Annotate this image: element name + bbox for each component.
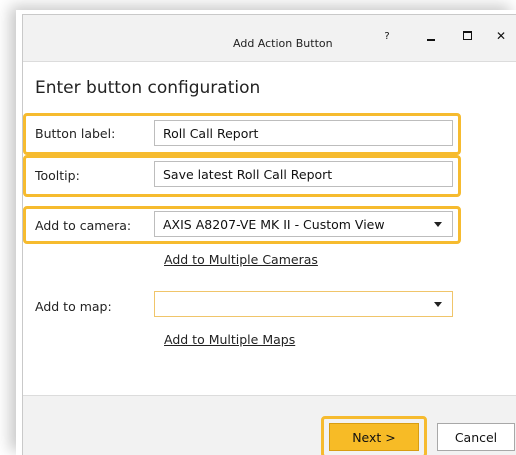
add-to-multiple-cameras-link[interactable]: Add to Multiple Cameras	[164, 252, 318, 267]
camera-caption: Add to camera:	[35, 218, 132, 233]
add-action-button-dialog: Add Action Button ? ✕ Enter button confi…	[22, 14, 516, 455]
minimize-icon	[427, 39, 435, 41]
tooltip-input[interactable]: Save latest Roll Call Report	[154, 161, 453, 187]
window-title: Add Action Button	[233, 37, 333, 50]
maximize-icon	[462, 31, 472, 40]
maximize-button[interactable]	[457, 29, 477, 43]
page-heading: Enter button configuration	[35, 78, 261, 98]
minimize-button[interactable]	[421, 29, 441, 44]
cancel-button[interactable]: Cancel	[437, 423, 515, 451]
help-button[interactable]: ?	[377, 31, 397, 42]
screenshot-stage: Add Action Button ? ✕ Enter button confi…	[0, 0, 516, 455]
button-label-input[interactable]: Roll Call Report	[154, 120, 453, 146]
tooltip-caption: Tooltip:	[35, 168, 80, 183]
dialog-footer: Next > Cancel	[23, 395, 516, 455]
close-button[interactable]: ✕	[491, 29, 511, 43]
next-button[interactable]: Next >	[329, 423, 419, 451]
close-icon: ✕	[495, 29, 507, 43]
add-to-multiple-maps-link[interactable]: Add to Multiple Maps	[164, 332, 295, 347]
title-bar: Add Action Button ? ✕	[23, 15, 516, 62]
camera-select-value: AXIS A8207-VE MK II - Custom View	[163, 217, 385, 232]
chevron-down-icon	[434, 302, 442, 307]
camera-select[interactable]: AXIS A8207-VE MK II - Custom View	[154, 211, 453, 237]
map-caption: Add to map:	[35, 299, 112, 314]
chevron-down-icon	[434, 222, 442, 227]
button-label-caption: Button label:	[35, 126, 116, 141]
map-select[interactable]	[154, 291, 453, 317]
